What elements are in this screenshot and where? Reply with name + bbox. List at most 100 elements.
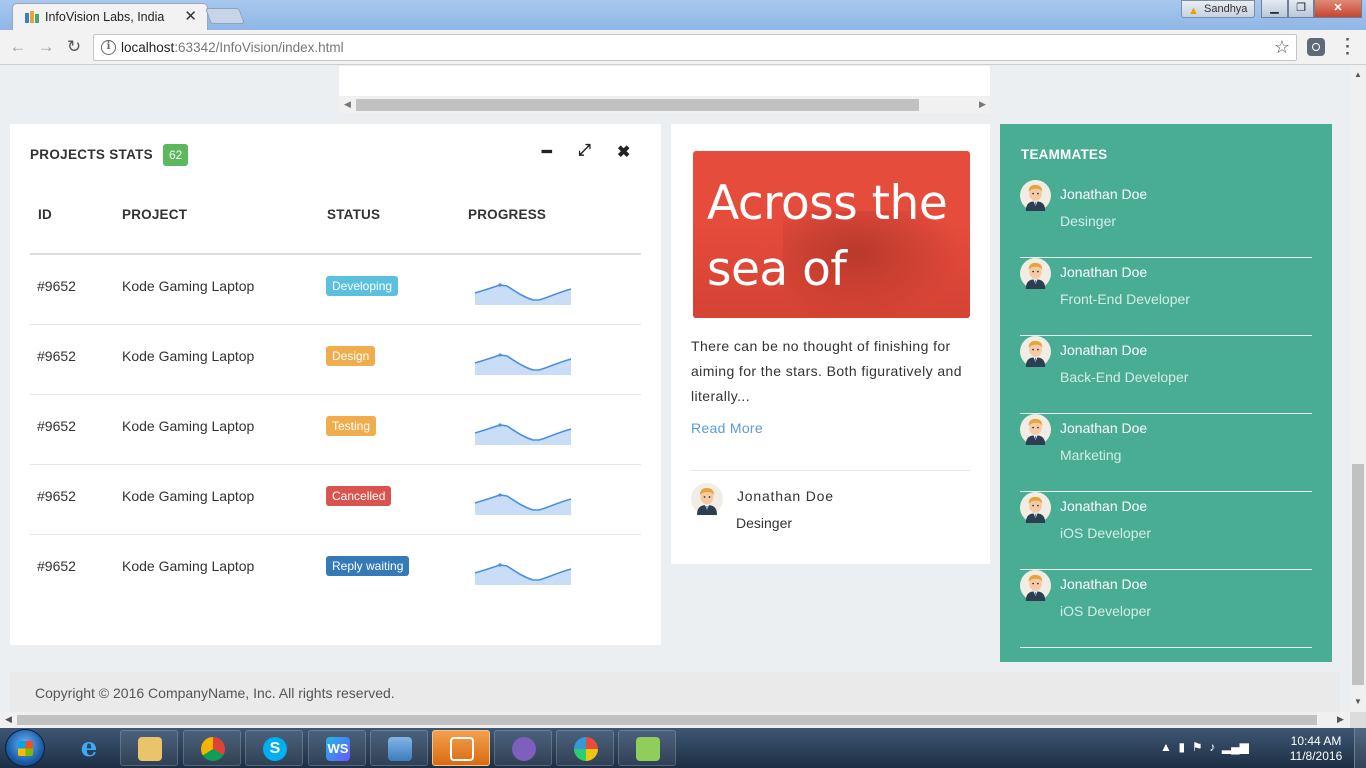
- start-button[interactable]: [5, 729, 45, 767]
- taskbar-photo-viewer[interactable]: [370, 730, 428, 766]
- notepad-icon: [636, 737, 660, 761]
- read-more-link[interactable]: Read More: [691, 420, 763, 436]
- taskbar-explorer[interactable]: [120, 730, 178, 766]
- teammate-role: Marketing: [1060, 447, 1122, 463]
- table-row: #9652 Kode Gaming Laptop Testing: [30, 395, 641, 465]
- status-badge: Testing: [326, 416, 377, 436]
- teammate-role: Desinger: [1060, 213, 1117, 229]
- widget-scroll-thumb[interactable]: [356, 99, 919, 111]
- project-count-badge: 62: [163, 144, 189, 166]
- profile-name: Sandhya: [1204, 3, 1248, 15]
- teammate-name: Jonathan Doe: [1060, 576, 1148, 592]
- progress-sparkline: [474, 353, 572, 375]
- taskbar-chrome[interactable]: [183, 730, 241, 766]
- taskbar-ie[interactable]: e: [60, 730, 118, 766]
- minimize-window-button[interactable]: ▁: [1261, 0, 1288, 18]
- back-arrow-icon[interactable]: ←: [8, 37, 28, 57]
- browser-tab[interactable]: InfoVision Labs, India ✕: [12, 3, 208, 30]
- site-favicon-icon: [25, 11, 39, 23]
- status-badge: Developing: [326, 276, 399, 296]
- address-bar[interactable]: i localhost:63342/InfoVision/index.html …: [93, 34, 1297, 61]
- profile-button[interactable]: ▲ Sandhya: [1181, 0, 1255, 18]
- reload-icon[interactable]: ↻: [64, 37, 84, 57]
- divider: [691, 470, 970, 471]
- taskbar-github[interactable]: [494, 730, 552, 766]
- teammate-item[interactable]: Jonathan Doe Marketing: [1020, 414, 1312, 492]
- forward-arrow-icon[interactable]: →: [36, 37, 56, 57]
- scrollbar-corner: [1350, 712, 1366, 728]
- scroll-right-icon[interactable]: ▶: [1337, 714, 1344, 725]
- scroll-up-icon[interactable]: ▲: [1354, 70, 1362, 79]
- close-card-icon[interactable]: ✖: [617, 142, 630, 162]
- sparkline-point: [498, 283, 502, 287]
- taskbar-screenshot-tool[interactable]: [432, 730, 490, 766]
- teammate-item[interactable]: Jonathan Doe iOS Developer: [1020, 570, 1312, 648]
- scroll-right-icon[interactable]: ▶: [979, 99, 986, 110]
- camera-icon: [450, 737, 474, 761]
- teammate-item[interactable]: Jonathan Doe iOS Developer: [1020, 492, 1312, 570]
- teammate-name: Jonathan Doe: [1060, 498, 1148, 514]
- blog-image-caption: Across the sea of: [707, 176, 948, 297]
- column-header-progress: PROGRESS: [468, 207, 547, 222]
- close-window-button[interactable]: ✕: [1314, 0, 1362, 18]
- table-row: #9652 Kode Gaming Laptop Design: [30, 325, 641, 395]
- maximize-window-button[interactable]: ❐: [1288, 0, 1314, 18]
- teammate-name: Jonathan Doe: [1060, 186, 1148, 202]
- teammate-item[interactable]: Jonathan Doe Desinger: [1020, 180, 1312, 258]
- table-row: #9652 Kode Gaming Laptop Cancelled: [30, 465, 641, 535]
- tab-close-icon[interactable]: ✕: [184, 7, 197, 25]
- status-badge: Reply waiting: [326, 556, 410, 576]
- info-icon[interactable]: i: [101, 40, 116, 55]
- progress-sparkline: [474, 563, 572, 585]
- show-desktop-button[interactable]: [1354, 728, 1366, 768]
- warning-icon: ▲: [1188, 5, 1199, 17]
- author-avatar: [691, 483, 723, 515]
- expand-card-icon[interactable]: ⤢: [578, 142, 591, 160]
- avatar: [1020, 180, 1051, 211]
- project-name: Kode Gaming Laptop: [122, 348, 255, 364]
- browser-menu-icon[interactable]: · · ·: [1344, 31, 1352, 62]
- taskbar-skype[interactable]: S: [245, 730, 303, 766]
- page-vertical-scrollbar[interactable]: ▲ ▼: [1350, 66, 1366, 712]
- column-header-project: PROJECT: [122, 207, 188, 222]
- blog-excerpt: There can be no thought of finishing for…: [691, 338, 962, 404]
- tab-title: InfoVision Labs, India: [45, 10, 165, 24]
- blog-post-image[interactable]: Across the sea of: [693, 151, 970, 318]
- scroll-left-icon[interactable]: ◀: [5, 714, 12, 725]
- browser-tab-bar: InfoVision Labs, India ✕ ▲ Sandhya ▁ ❐ ✕: [0, 0, 1366, 30]
- page-horizontal-scrollbar[interactable]: ◀ ▶: [0, 712, 1350, 728]
- progress-sparkline: [474, 423, 572, 445]
- table-row: #9652 Kode Gaming Laptop Developing: [30, 255, 641, 325]
- teammate-item[interactable]: Jonathan Doe Front-End Developer: [1020, 258, 1312, 336]
- horizontal-scroll-thumb[interactable]: [17, 715, 1317, 725]
- new-tab-button[interactable]: [205, 8, 245, 24]
- scroll-left-icon[interactable]: ◀: [344, 99, 351, 110]
- widget-horizontal-scrollbar[interactable]: ◀ ▶: [339, 97, 990, 113]
- teammate-role: Front-End Developer: [1060, 291, 1190, 307]
- projects-stats-card: PROJECTS STATS 62 ━ ⤢ ✖ ID PROJECT STATU…: [10, 124, 661, 645]
- teammate-item[interactable]: Jonathan Doe Back-End Developer: [1020, 336, 1312, 414]
- teammate-role: Back-End Developer: [1060, 369, 1189, 385]
- page-viewport: ◀ ▶ PROJECTS STATS 62 ━ ⤢ ✖ ID PROJECT S…: [0, 66, 1350, 712]
- status-badge: Cancelled: [326, 486, 392, 506]
- author-role: Desinger: [736, 515, 793, 531]
- taskbar-notepad[interactable]: [618, 730, 676, 766]
- sparkline-point: [498, 353, 502, 357]
- page-footer: Copyright © 2016 CompanyName, Inc. All r…: [10, 672, 1340, 712]
- taskbar-webstorm[interactable]: WS: [308, 730, 366, 766]
- system-tray-icons[interactable]: ▲ ▮ ⚑ ♪ ▂▄▆: [1160, 740, 1249, 754]
- url-text: localhost:63342/InfoVision/index.html: [121, 40, 344, 55]
- system-clock[interactable]: 10:44 AM 11/8/2016: [1284, 734, 1348, 764]
- extension-icon[interactable]: [1307, 38, 1325, 56]
- scroll-down-icon[interactable]: ▼: [1354, 697, 1362, 706]
- author-name: Jonathan Doe: [737, 488, 834, 504]
- taskbar-paint[interactable]: [556, 730, 614, 766]
- blog-post-card: Across the sea of There can be no though…: [671, 124, 990, 564]
- vertical-scroll-thumb[interactable]: [1352, 464, 1364, 685]
- github-icon: [512, 737, 536, 761]
- bookmark-star-icon[interactable]: ☆: [1274, 37, 1290, 58]
- minimize-card-icon[interactable]: ━: [542, 142, 552, 162]
- cropped-widget: [339, 66, 990, 96]
- windows-taskbar: e S WS ▲ ▮ ⚑ ♪ ▂▄▆ 10:44 AM 11/8/2016: [0, 728, 1366, 768]
- project-id: #9652: [37, 558, 76, 574]
